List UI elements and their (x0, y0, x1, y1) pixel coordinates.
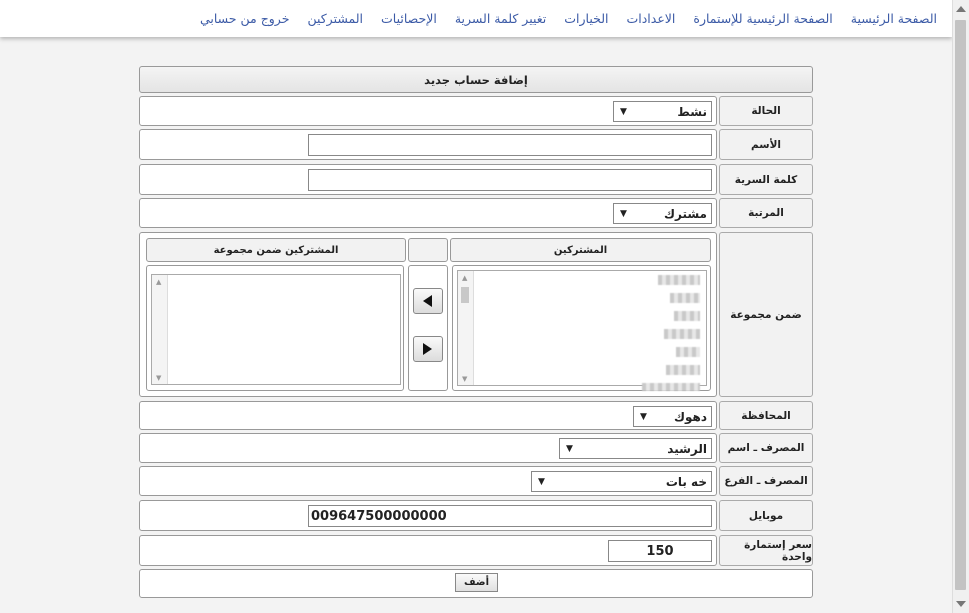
nav-home[interactable]: الصفحة الرئيسية (851, 11, 937, 26)
nav-change-password[interactable]: تغيير كلمة السرية (455, 11, 546, 26)
list-item-redacted[interactable] (666, 365, 700, 375)
bank-name-row: الرشيد ▼ (139, 433, 717, 463)
password-row (139, 164, 717, 195)
bank-branch-row: خه بات ▼ (139, 466, 717, 496)
status-row: نشط ▼ (139, 96, 717, 126)
dropdown-arrow-icon: ▼ (620, 209, 627, 219)
list-item-redacted[interactable] (664, 329, 700, 339)
scroll-down-icon[interactable] (956, 601, 966, 607)
governorate-row: دهوك ▼ (139, 401, 717, 430)
scroll-down-icon[interactable]: ▼ (156, 374, 161, 382)
list-item-redacted[interactable] (658, 275, 700, 285)
bank-branch-label: المصرف ـ الفرع (719, 466, 813, 496)
nav-logout[interactable]: خروج من حسابي (200, 11, 289, 26)
triangle-left-icon (423, 295, 432, 307)
price-row: 150 (139, 535, 717, 566)
add-button[interactable]: أضف (455, 573, 498, 592)
price-label: سعر إستمارة واحدة (719, 535, 813, 566)
list-item-redacted[interactable] (642, 383, 700, 391)
status-label: الحالة (719, 96, 813, 126)
price-input[interactable]: 150 (608, 540, 712, 562)
scroll-thumb[interactable] (461, 287, 469, 303)
dropdown-arrow-icon: ▼ (620, 107, 627, 117)
rank-row: مشترك ▼ (139, 198, 717, 228)
form-title: إضافة حساب جديد (139, 66, 813, 93)
scroll-down-icon[interactable]: ▼ (462, 375, 467, 383)
bank-name-label: المصرف ـ اسم (719, 433, 813, 463)
scroll-thumb[interactable] (955, 20, 966, 590)
page-scrollbar[interactable] (952, 0, 969, 613)
status-select[interactable]: نشط ▼ (613, 101, 712, 122)
list-scrollbar[interactable]: ▲ ▼ (458, 271, 474, 385)
name-row (139, 129, 717, 160)
password-input[interactable] (308, 169, 712, 191)
password-label: كلمة السرية (719, 164, 813, 195)
list-item-redacted[interactable] (674, 311, 700, 321)
nav-form-home[interactable]: الصفحة الرئيسية للإستمارة (693, 11, 832, 26)
subscribers-listbox[interactable]: ▲ ▼ (457, 270, 707, 391)
triangle-right-icon (423, 343, 432, 355)
mobile-row: 009647500000000 (139, 500, 717, 531)
list-item-redacted[interactable] (676, 347, 700, 357)
scroll-up-icon[interactable]: ▲ (156, 278, 161, 286)
group-label: ضمن مجموعة (719, 232, 813, 397)
dropdown-arrow-icon: ▼ (538, 477, 545, 487)
governorate-select[interactable]: دهوك ▼ (633, 406, 712, 427)
move-left-button[interactable] (413, 288, 443, 314)
scroll-up-icon[interactable]: ▲ (462, 274, 467, 282)
scroll-up-icon[interactable] (956, 6, 966, 12)
name-label: الأسم (719, 129, 813, 160)
transfer-buttons-wrap (408, 265, 448, 391)
list-scrollbar[interactable]: ▲ ▼ (152, 275, 168, 384)
bank-name-select[interactable]: الرشيد ▼ (559, 438, 712, 459)
mobile-label: موبايل (719, 500, 813, 531)
governorate-label: المحافظة (719, 401, 813, 430)
nav-statistics[interactable]: الإحصائيات (381, 11, 437, 26)
subscribers-header: المشتركين (450, 238, 711, 262)
dropdown-arrow-icon: ▼ (566, 444, 573, 454)
rank-select[interactable]: مشترك ▼ (613, 203, 712, 224)
group-members-header: المشتركين ضمن مجموعة (146, 238, 406, 262)
group-row: المشتركين المشتركين ضمن مجموعة ▲ ▼ ▲ ▼ (139, 232, 717, 397)
group-members-listbox[interactable]: ▲ ▼ (151, 274, 401, 385)
mobile-input[interactable]: 009647500000000 (308, 505, 712, 527)
arrows-header (408, 238, 448, 262)
list-item-redacted[interactable] (670, 293, 700, 303)
nav-subscribers[interactable]: المشتركين (307, 11, 363, 26)
nav-settings[interactable]: الاعدادات (626, 11, 675, 26)
rank-label: المرتبة (719, 198, 813, 228)
move-right-button[interactable] (413, 336, 443, 362)
bank-branch-select[interactable]: خه بات ▼ (531, 471, 712, 492)
subscribers-list-wrap: ▲ ▼ (452, 265, 711, 391)
name-input[interactable] (308, 134, 712, 156)
top-nav: الصفحة الرئيسية الصفحة الرئيسية للإستمار… (0, 0, 952, 37)
nav-options[interactable]: الخيارات (564, 11, 608, 26)
group-members-list-wrap: ▲ ▼ (146, 265, 404, 391)
dropdown-arrow-icon: ▼ (640, 412, 647, 422)
